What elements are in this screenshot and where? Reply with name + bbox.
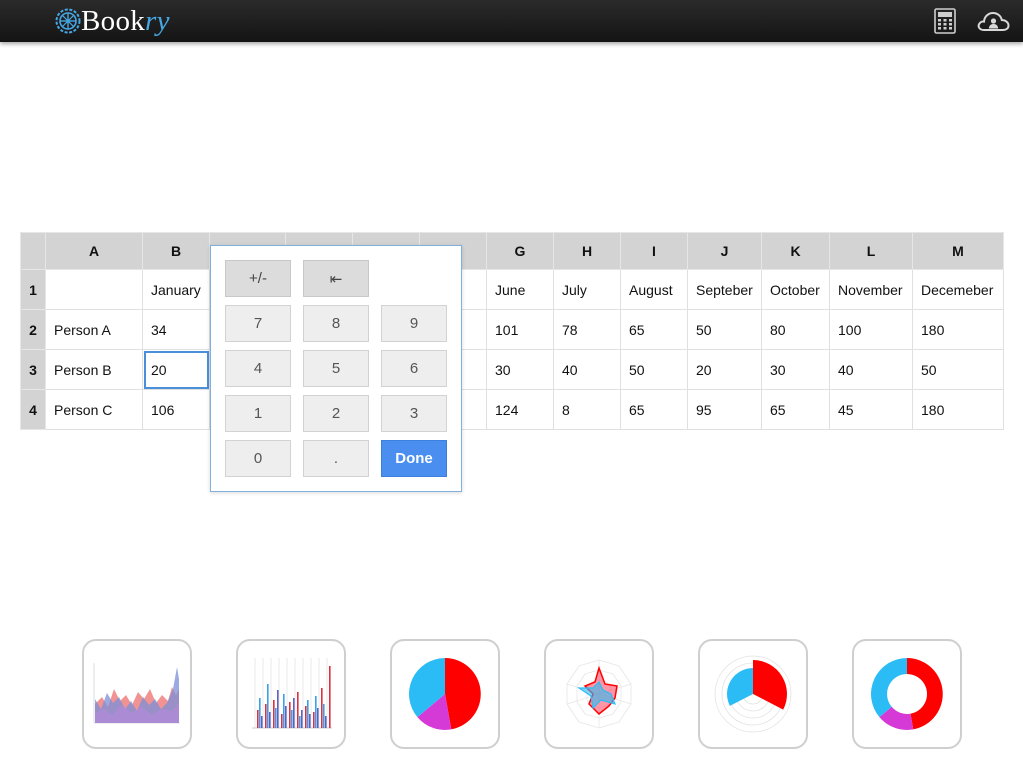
table-cell[interactable]: 40 [829, 349, 913, 390]
table-cell[interactable]: 30 [486, 349, 554, 390]
digit-4-key[interactable]: 4 [225, 350, 291, 387]
table-cell[interactable]: August [620, 269, 688, 310]
doughnut-chart-button[interactable] [852, 639, 962, 749]
digit-3-key[interactable]: 3 [381, 395, 447, 432]
table-cell[interactable] [45, 269, 143, 310]
digit-8-key[interactable]: 8 [303, 305, 369, 342]
table-cell[interactable]: 20 [687, 349, 762, 390]
column-header[interactable]: L [829, 232, 913, 270]
radar-chart-button[interactable] [544, 639, 654, 749]
table-cell[interactable]: November [829, 269, 913, 310]
table-row: 4 Person C 106 124 8 65 95 65 45 180 [20, 389, 1004, 430]
digit-5-key[interactable]: 5 [303, 350, 369, 387]
table-cell[interactable]: July [553, 269, 621, 310]
pie-chart-icon [409, 658, 481, 730]
bar-chart-button[interactable] [236, 639, 346, 749]
gear-badge-icon [55, 8, 81, 34]
pie-chart-button[interactable] [390, 639, 500, 749]
active-cell[interactable]: 20 [142, 349, 210, 390]
app-name-accent: ry [145, 5, 170, 37]
done-button[interactable]: Done [381, 440, 447, 477]
column-header-row: A B C D E F G H I J K L M [20, 232, 1004, 270]
table-row: 3 Person B 20 30 40 50 20 30 40 50 [20, 349, 1004, 390]
table-cell[interactable]: Decemeber [912, 269, 1004, 310]
area-chart-button[interactable] [82, 639, 192, 749]
table-cell[interactable]: June [486, 269, 554, 310]
cloud-account-button[interactable] [976, 5, 1010, 37]
column-header[interactable]: K [761, 232, 830, 270]
table-cell[interactable]: 106 [142, 389, 210, 430]
digit-1-key[interactable]: 1 [225, 395, 291, 432]
table-cell[interactable]: 95 [687, 389, 762, 430]
row-header[interactable]: 2 [20, 309, 46, 350]
column-header[interactable]: J [687, 232, 762, 270]
table-cell[interactable]: 180 [912, 389, 1004, 430]
digit-2-key[interactable]: 2 [303, 395, 369, 432]
table-row: 1 January June July August Septeber Octo… [20, 269, 1004, 310]
table-cell[interactable]: 8 [553, 389, 621, 430]
app-name-main: Book [81, 5, 146, 37]
table-cell[interactable]: 101 [486, 309, 554, 350]
app-name: Bookry [81, 4, 170, 38]
digit-7-key[interactable]: 7 [225, 305, 291, 342]
table-cell[interactable]: 180 [912, 309, 1004, 350]
table-cell[interactable]: 30 [761, 349, 830, 390]
column-header[interactable]: M [912, 232, 1004, 270]
polar-area-chart-icon [714, 655, 792, 733]
table-cell[interactable]: 34 [142, 309, 210, 350]
radar-chart-icon [566, 659, 632, 729]
table-cell[interactable]: 80 [761, 309, 830, 350]
table-cell[interactable]: October [761, 269, 830, 310]
table-cell[interactable]: 45 [829, 389, 913, 430]
column-header[interactable]: H [553, 232, 621, 270]
table-cell[interactable]: 50 [687, 309, 762, 350]
table-cell[interactable]: 100 [829, 309, 913, 350]
table-cell[interactable]: Septeber [687, 269, 762, 310]
table-cell[interactable]: 65 [620, 389, 688, 430]
table-row: 2 Person A 34 101 78 65 50 80 100 180 [20, 309, 1004, 350]
app-logo: Bookry [55, 4, 170, 38]
toggle-sign-key[interactable]: +/- [225, 260, 291, 297]
digit-0-key[interactable]: 0 [225, 440, 291, 477]
digit-9-key[interactable]: 9 [381, 305, 447, 342]
column-header[interactable]: I [620, 232, 688, 270]
calculator-icon [934, 8, 956, 34]
table-cell[interactable]: 50 [912, 349, 1004, 390]
column-header[interactable]: G [486, 232, 554, 270]
table-cell[interactable]: 50 [620, 349, 688, 390]
top-bar: Bookry [0, 0, 1023, 42]
doughnut-chart-icon [871, 658, 943, 730]
numeric-keypad: +/- ⇤ 7 8 9 4 5 6 1 2 3 0 . Done [210, 245, 462, 492]
calculator-button[interactable] [928, 5, 962, 37]
corner-header[interactable] [20, 232, 46, 270]
table-cell[interactable]: 124 [486, 389, 554, 430]
column-header[interactable]: B [142, 232, 210, 270]
row-header[interactable]: 4 [20, 389, 46, 430]
spreadsheet-grid: A B C D E F G H I J K L M 1 January June… [20, 232, 1004, 430]
table-cell[interactable]: January [142, 269, 210, 310]
cloud-user-icon [977, 11, 1010, 31]
row-header[interactable]: 3 [20, 349, 46, 390]
row-header[interactable]: 1 [20, 269, 46, 310]
column-header[interactable]: A [45, 232, 143, 270]
digit-6-key[interactable]: 6 [381, 350, 447, 387]
table-cell[interactable]: 65 [620, 309, 688, 350]
bar-chart-icon [252, 658, 332, 729]
area-chart-icon [93, 663, 180, 724]
table-cell[interactable]: Person C [45, 389, 143, 430]
table-cell[interactable]: Person B [45, 349, 143, 390]
polar-area-chart-button[interactable] [698, 639, 808, 749]
tab-back-key[interactable]: ⇤ [303, 260, 369, 297]
table-cell[interactable]: 78 [553, 309, 621, 350]
table-cell[interactable]: Person A [45, 309, 143, 350]
table-cell[interactable]: 65 [761, 389, 830, 430]
decimal-key[interactable]: . [303, 440, 369, 477]
table-cell[interactable]: 40 [553, 349, 621, 390]
